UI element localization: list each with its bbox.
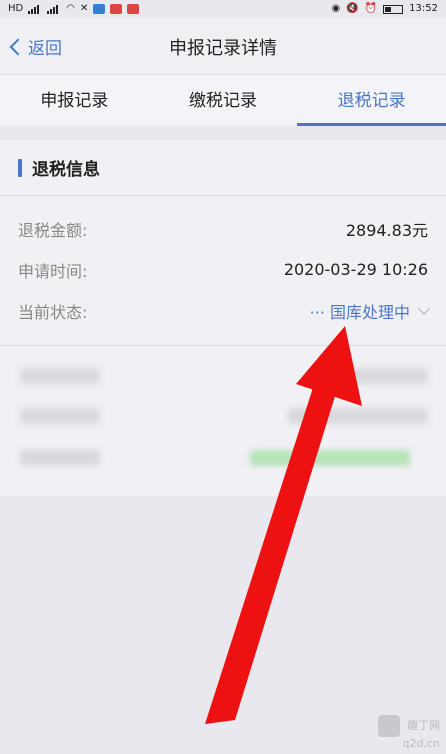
mute-icon: 🔇 [346,3,359,14]
blurred-text [20,450,100,466]
chevron-down-icon [418,302,430,315]
tab-refund-records[interactable]: 退税记录 [297,75,446,126]
status-label: 当前状态: [18,302,88,322]
refund-amount-row: 退税金额: 2894.83元 [18,208,428,249]
section-header: 退税信息 [0,140,446,196]
nav-bar: 返回 申报记录详情 [0,18,446,74]
signal-icon [28,4,42,14]
signal-icon [47,4,61,14]
tab-declaration-records[interactable]: 申报记录 [0,75,149,126]
watermark-logo-icon [377,715,400,737]
apply-time-value: 2020-03-29 10:26 [283,260,428,279]
wifi-icon: ◠ [66,3,75,14]
blurred-text [330,368,428,384]
watermark: 趣丁网 q2d.cn [377,715,440,750]
apply-time-label: 申请时间: [18,261,88,281]
close-icon: ✕ [79,3,89,14]
status-row: 当前状态: ··· 国库处理中 [18,290,430,331]
blurred-progress [250,450,410,466]
eye-icon: ◉ [331,3,341,14]
app-icon [93,4,106,14]
blurred-text [20,408,100,424]
alarm-icon: ⏰ [364,3,378,14]
blurred-details [0,346,446,496]
status-dropdown[interactable]: ··· 国库处理中 [309,299,430,323]
apply-time-row: 申请时间: 2020-03-29 10:26 [18,249,428,290]
status-time: 13:52 [409,3,438,14]
section-title: 退税信息 [32,160,100,180]
status-left: HD ◠ ✕ [8,3,140,14]
status-right: ◉ 🔇 ⏰ 13:52 [332,4,438,14]
refund-amount-value: 2894.83元 [345,220,428,240]
status-value: ··· 国库处理中 [309,302,410,322]
refund-amount-label: 退税金额: [18,220,88,240]
hd-label: HD [8,3,24,14]
watermark-line2: q2d.cn [402,737,440,750]
tab-bar: 申报记录 缴税记录 退税记录 [0,74,446,126]
app-icon [110,4,123,14]
info-rows: 退税金额: 2894.83元 申请时间: 2020-03-29 10:26 当前… [0,196,446,331]
app-icon [127,4,140,14]
status-bar: HD ◠ ✕ ◉ 🔇 ⏰ 13:52 [0,0,446,18]
battery-icon [383,4,404,14]
refund-info-card: 退税信息 退税金额: 2894.83元 申请时间: 2020-03-29 10:… [0,140,446,496]
blurred-text [288,408,428,424]
blurred-text [20,368,100,384]
tab-payment-records[interactable]: 缴税记录 [149,75,298,126]
page-title: 申报记录详情 [169,38,277,59]
section-accent-bar [18,158,22,177]
watermark-line1: 趣丁网 [407,719,440,732]
